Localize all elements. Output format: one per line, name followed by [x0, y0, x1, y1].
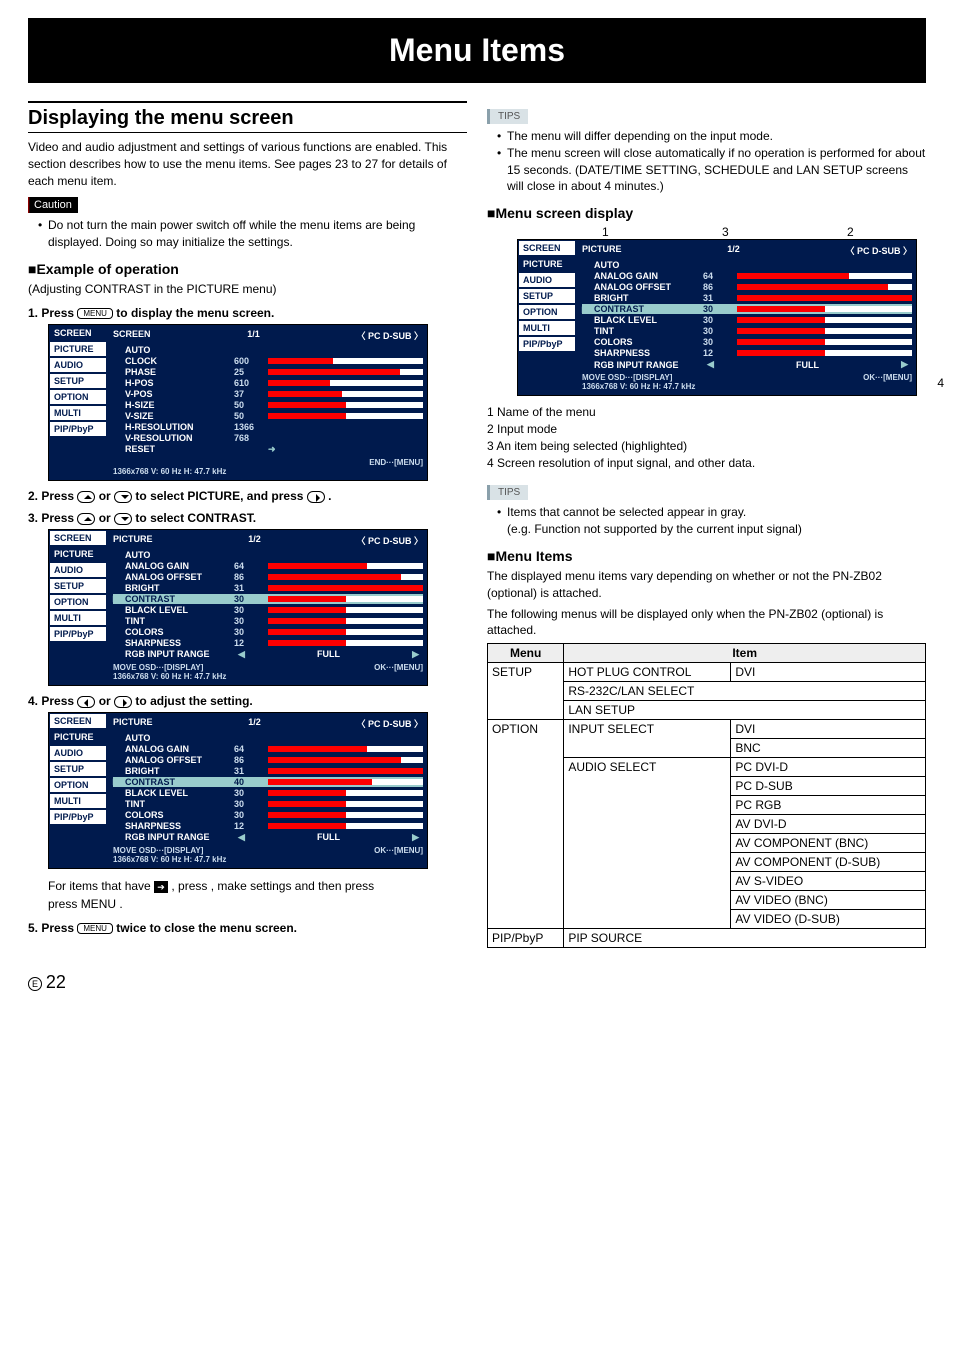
- table-header: Item: [564, 644, 926, 663]
- left-arrow-icon: [77, 696, 95, 708]
- menu-items-table: Menu Item SETUPHOT PLUG CONTROLDVIRS-232…: [487, 643, 926, 948]
- page-title: Menu Items: [28, 18, 926, 83]
- intro-text: Video and audio adjustment and settings …: [28, 139, 467, 189]
- osd-screenshot-1: SCREENPICTUREAUDIOSETUPOPTIONMULTIPIP/Pb…: [48, 324, 467, 481]
- up-arrow-icon: [77, 491, 95, 503]
- enter-sub-icon: ➔: [154, 881, 168, 893]
- caution-label: Caution: [28, 197, 78, 213]
- subsection-heading: ■Example of operation: [28, 261, 467, 277]
- body-text: The following menus will be displayed on…: [487, 606, 926, 640]
- subsection-heading: ■Menu Items: [487, 548, 926, 564]
- step-4: 4. Press or to adjust the setting.: [28, 694, 467, 708]
- right-arrow-icon: [114, 696, 132, 708]
- body-text: The displayed menu items vary depending …: [487, 568, 926, 602]
- down-arrow-icon: [114, 491, 132, 503]
- osd-screenshot-3: SCREENPICTUREAUDIOSETUPOPTIONMULTIPIP/Pb…: [48, 712, 467, 869]
- step-3: 3. Press or to select CONTRAST.: [28, 511, 467, 525]
- menu-button-icon: MENU: [77, 308, 113, 319]
- osd-screenshot-2: SCREENPICTUREAUDIOSETUPOPTIONMULTIPIP/Pb…: [48, 529, 467, 686]
- tips-label: TIPS: [487, 485, 528, 500]
- callout-3: 3: [722, 225, 729, 239]
- down-arrow-icon: [114, 513, 132, 525]
- up-arrow-icon: [77, 513, 95, 525]
- right-arrow-icon: [307, 491, 325, 503]
- example-subtitle: (Adjusting CONTRAST in the PICTURE menu): [28, 281, 467, 298]
- callout-4: 4: [937, 376, 944, 390]
- tips-label: TIPS: [487, 109, 528, 124]
- tip-text: Items that cannot be selected appear in …: [497, 504, 926, 538]
- tip-text: The menu screen will close automatically…: [497, 145, 926, 195]
- callout-2: 2: [847, 225, 854, 239]
- step-1: 1. Press MENU to display the menu screen…: [28, 306, 467, 320]
- step-2: 2. Press or to select PICTURE, and press…: [28, 489, 467, 503]
- table-header: Menu: [488, 644, 564, 663]
- caution-text: Do not turn the main power switch off wh…: [38, 217, 467, 251]
- annotation-list: 1 Name of the menu 2 Input mode 3 An ite…: [487, 404, 926, 471]
- menu-button-icon: MENU: [77, 923, 113, 934]
- section-heading: Displaying the menu screen: [28, 101, 467, 133]
- tip-text: The menu will differ depending on the in…: [497, 128, 926, 145]
- page-number: E 22: [28, 972, 926, 993]
- menu-button-icon: MENU: [81, 897, 116, 911]
- callout-1: 1: [602, 225, 609, 239]
- osd-screenshot-annotated: 1 3 2 SCREENPICTUREAUDIOSETUPOPTIONMULTI…: [517, 225, 926, 396]
- step-5: 5. Press MENU twice to close the menu sc…: [28, 921, 467, 935]
- step-4-note: For items that have ➔ , press , make set…: [48, 877, 467, 913]
- subsection-heading: ■Menu screen display: [487, 205, 926, 221]
